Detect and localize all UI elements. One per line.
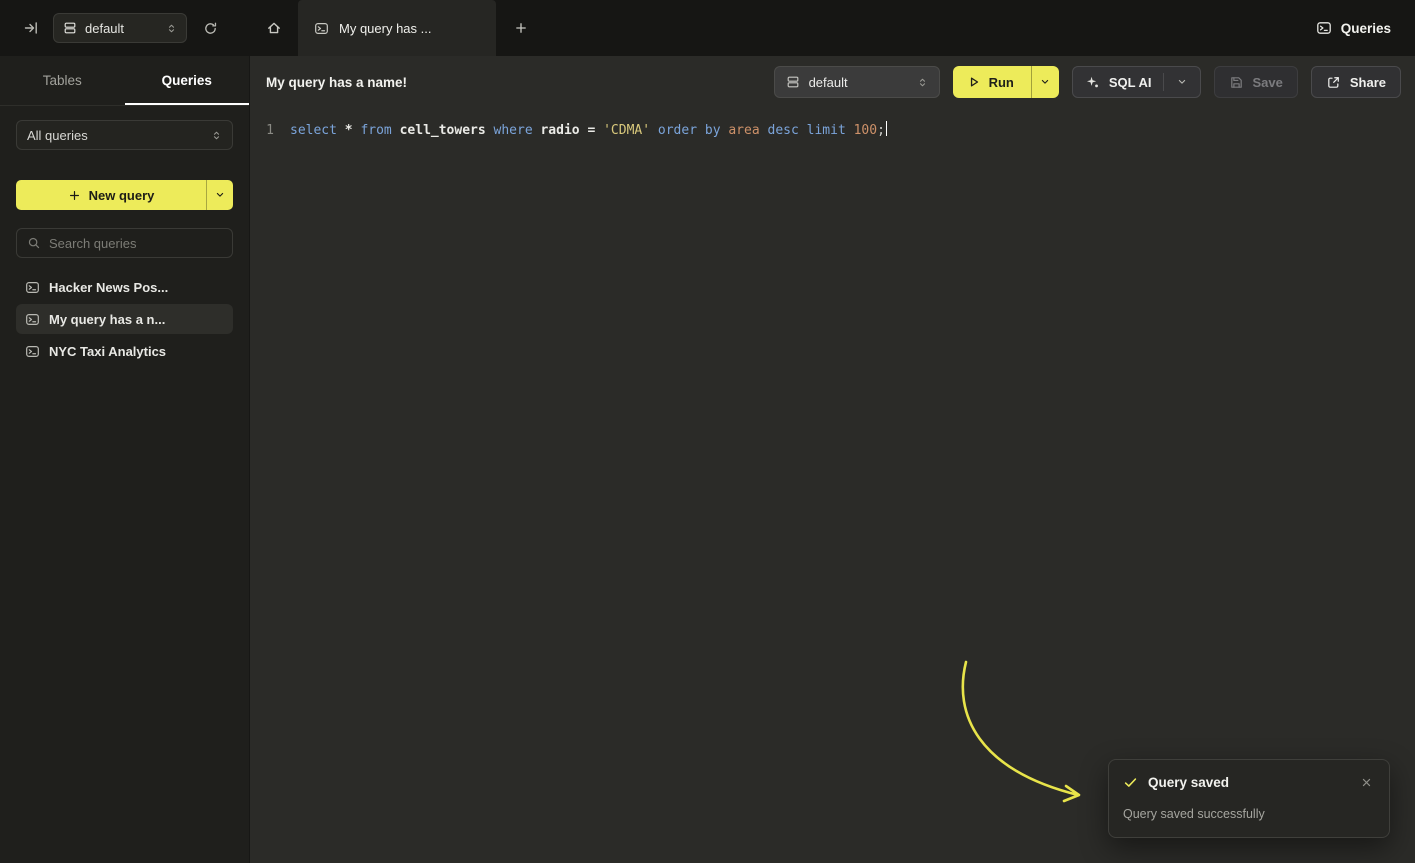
tab-active-query[interactable]: My query has ... bbox=[298, 0, 496, 56]
query-header: My query has a name! default Run bbox=[250, 56, 1415, 108]
line-number: 1 bbox=[262, 121, 274, 141]
new-query-label: New query bbox=[89, 188, 155, 203]
sql-ai-label: SQL AI bbox=[1109, 75, 1152, 90]
new-query-button[interactable]: New query bbox=[16, 180, 206, 210]
run-label: Run bbox=[989, 75, 1014, 90]
database-icon bbox=[786, 75, 800, 89]
select-chevrons-icon bbox=[166, 23, 177, 34]
tab-bar: My query has ... bbox=[250, 0, 546, 56]
database-selector-value: default bbox=[85, 21, 158, 36]
sql-ai-button[interactable]: SQL AI bbox=[1072, 66, 1202, 98]
save-button[interactable]: Save bbox=[1214, 66, 1297, 98]
query-list: Hacker News Pos... My query has a n... N… bbox=[16, 272, 233, 366]
new-query-button-group: New query bbox=[16, 180, 233, 210]
topbar: default My query has ... Queries bbox=[0, 0, 1415, 56]
sidebar-tabs: Tables Queries bbox=[0, 56, 249, 106]
sidebar-tab-queries[interactable]: Queries bbox=[125, 56, 250, 105]
save-icon bbox=[1229, 75, 1244, 90]
toast-title: Query saved bbox=[1148, 775, 1229, 790]
topbar-right: Queries bbox=[1316, 20, 1415, 36]
share-button[interactable]: Share bbox=[1311, 66, 1401, 98]
share-label: Share bbox=[1350, 75, 1386, 90]
main-database-value: default bbox=[809, 75, 908, 90]
database-icon bbox=[63, 21, 77, 35]
query-filter-select[interactable]: All queries bbox=[16, 120, 233, 150]
save-label: Save bbox=[1252, 75, 1282, 90]
collapse-sidebar-icon bbox=[23, 20, 39, 36]
chevron-down-icon bbox=[214, 189, 226, 201]
chevron-down-icon bbox=[1039, 76, 1051, 88]
tab-label: My query has ... bbox=[339, 21, 431, 36]
play-icon bbox=[967, 75, 981, 89]
sidebar: Tables Queries All queries New query bbox=[0, 56, 250, 863]
topbar-database-selector[interactable]: default bbox=[53, 13, 187, 43]
divider bbox=[1163, 73, 1164, 91]
toast-message: Query saved successfully bbox=[1123, 807, 1375, 821]
close-icon bbox=[1360, 776, 1373, 789]
query-item-label: NYC Taxi Analytics bbox=[49, 344, 166, 359]
query-list-item[interactable]: NYC Taxi Analytics bbox=[16, 336, 233, 366]
run-button-group: Run bbox=[953, 66, 1059, 98]
query-icon bbox=[25, 280, 40, 295]
run-options-button[interactable] bbox=[1032, 66, 1059, 98]
query-icon bbox=[314, 21, 329, 36]
query-icon bbox=[1316, 20, 1332, 36]
query-list-item-selected[interactable]: My query has a n... bbox=[16, 304, 233, 334]
main-area: My query has a name! default Run bbox=[250, 56, 1415, 863]
main-database-selector[interactable]: default bbox=[774, 66, 940, 98]
query-title: My query has a name! bbox=[266, 75, 407, 90]
query-icon bbox=[25, 344, 40, 359]
query-item-label: Hacker News Pos... bbox=[49, 280, 168, 295]
queries-button[interactable]: Queries bbox=[1316, 20, 1391, 36]
share-icon bbox=[1326, 75, 1341, 90]
code-line: select * from cell_towers where radio = … bbox=[290, 121, 887, 141]
plus-icon bbox=[68, 189, 81, 202]
query-icon bbox=[25, 312, 40, 327]
topbar-left: default bbox=[0, 13, 250, 43]
toast-header: Query saved bbox=[1123, 773, 1375, 791]
refresh-icon bbox=[203, 21, 218, 36]
select-chevrons-icon bbox=[917, 77, 928, 88]
run-button[interactable]: Run bbox=[953, 66, 1031, 98]
search-queries-box bbox=[16, 228, 233, 258]
query-list-item[interactable]: Hacker News Pos... bbox=[16, 272, 233, 302]
query-item-label: My query has a n... bbox=[49, 312, 165, 327]
new-query-options-button[interactable] bbox=[207, 180, 233, 210]
toast-query-saved: Query saved Query saved successfully bbox=[1108, 759, 1390, 838]
sql-editor[interactable]: 1 select * from cell_towers where radio … bbox=[250, 108, 1415, 141]
select-chevrons-icon bbox=[211, 130, 222, 141]
queries-button-label: Queries bbox=[1341, 21, 1391, 36]
add-tab-button[interactable] bbox=[496, 0, 546, 56]
app-window: default My query has ... Queries bbox=[0, 0, 1415, 863]
collapse-sidebar-button[interactable] bbox=[18, 15, 44, 41]
toast-close-button[interactable] bbox=[1357, 773, 1375, 791]
plus-icon bbox=[514, 21, 528, 35]
sidebar-body: All queries New query Ha bbox=[0, 106, 249, 380]
search-queries-input[interactable] bbox=[49, 236, 225, 251]
tab-home[interactable] bbox=[250, 0, 298, 56]
header-controls: default Run SQL AI bbox=[774, 66, 1401, 98]
sparkle-icon bbox=[1085, 75, 1100, 90]
chevron-down-icon bbox=[1176, 76, 1188, 88]
check-icon bbox=[1123, 775, 1138, 790]
code-line-row: 1 select * from cell_towers where radio … bbox=[250, 121, 1415, 141]
query-filter-value: All queries bbox=[27, 128, 88, 143]
search-icon bbox=[27, 236, 41, 250]
refresh-button[interactable] bbox=[197, 15, 223, 41]
sidebar-tab-tables[interactable]: Tables bbox=[0, 56, 125, 105]
home-icon bbox=[266, 20, 282, 36]
